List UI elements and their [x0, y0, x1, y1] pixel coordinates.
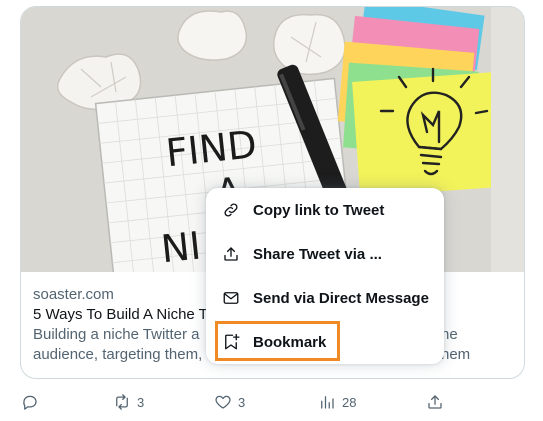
bookmark-add-icon [222, 333, 240, 351]
tweet-action-bar: 3 3 28 [0, 386, 543, 418]
retweet-count: 3 [137, 394, 145, 410]
desc-line2-tail: hem [441, 346, 471, 363]
menu-item-label: Send via Direct Message [253, 289, 429, 307]
views-count: 28 [342, 394, 357, 410]
share-icon [222, 245, 240, 263]
menu-item-share-via[interactable]: Share Tweet via ... [206, 232, 444, 276]
link-icon [222, 201, 240, 219]
menu-item-label: Bookmark [253, 333, 327, 351]
image-text-ni: NI [159, 223, 203, 271]
views-button[interactable]: 28 [318, 386, 356, 418]
menu-item-direct-message[interactable]: Send via Direct Message [206, 276, 444, 320]
menu-item-label: Share Tweet via ... [253, 245, 382, 263]
views-chart-icon [321, 396, 334, 409]
reply-button[interactable] [21, 386, 45, 418]
desc-line1-start: Building a niche Twitter a [33, 326, 200, 343]
heart-icon [215, 395, 231, 409]
menu-item-copy-link[interactable]: Copy link to Tweet [206, 188, 444, 232]
share-button[interactable] [426, 386, 444, 418]
like-button[interactable]: 3 [214, 386, 245, 418]
reply-icon [23, 395, 37, 410]
share-menu: Copy link to Tweet Share Tweet via ... S… [206, 188, 444, 364]
desc-line2-start: audience, targeting them, [33, 346, 203, 363]
like-count: 3 [238, 394, 246, 410]
share-icon [428, 395, 442, 409]
menu-item-label: Copy link to Tweet [253, 201, 385, 219]
retweet-button[interactable]: 3 [113, 386, 144, 418]
retweet-icon [116, 394, 128, 410]
menu-item-bookmark[interactable]: Bookmark [206, 320, 444, 364]
envelope-icon [222, 289, 240, 307]
